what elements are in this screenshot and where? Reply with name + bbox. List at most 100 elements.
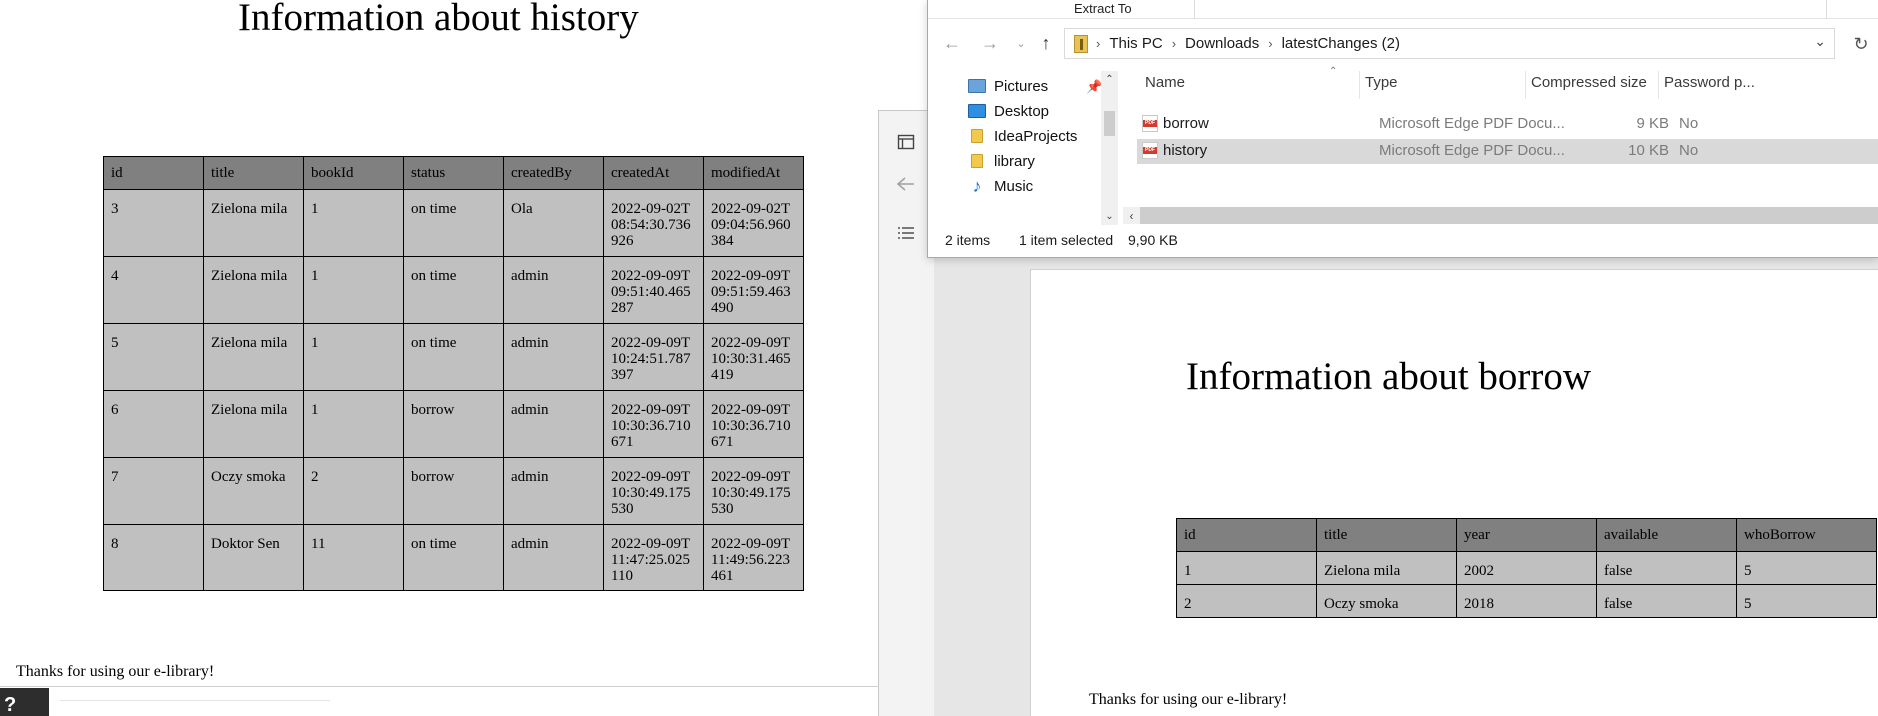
nav-item-label: Pictures (994, 77, 1049, 95)
nav-item-label: Desktop (994, 102, 1050, 120)
file-list: ⌃ Name Type Compressed size Password p..… (1123, 63, 1878, 225)
column-header: year (1456, 518, 1597, 552)
item-count: 2 items (945, 232, 991, 248)
scroll-down-icon[interactable]: ⌄ (1101, 208, 1118, 225)
back-arrow-icon[interactable] (889, 169, 923, 199)
history-pdf-page: Information about history id title bookI… (0, 0, 880, 687)
sort-ascending-icon: ⌃ (1329, 66, 1338, 77)
table-cell: admin (503, 457, 604, 525)
file-size: 9 KB (1636, 115, 1669, 132)
table-cell: 11 (303, 524, 404, 591)
back-button[interactable]: ← (940, 29, 964, 57)
borrow-table: id title year available whoBorrow 1 Ziel… (1176, 518, 1877, 618)
column-divider[interactable] (1525, 71, 1526, 99)
selection-count: 1 item selected (1019, 232, 1114, 248)
column-header: createdBy (503, 156, 604, 190)
nav-item-label: IdeaProjects (994, 127, 1078, 145)
extract-to-button[interactable]: Extract To (1074, 1, 1132, 16)
table-cell: 7 (103, 457, 204, 525)
file-password: No (1679, 142, 1699, 159)
address-dropdown-icon[interactable]: ⌄ (1814, 33, 1826, 50)
table-cell: 2022-09-09T10:30:49.175530 (703, 457, 804, 525)
pictures-folder-icon (968, 79, 986, 93)
nav-item-music[interactable]: ♪ Music (968, 173, 1034, 199)
table-cell: 2022-09-09T09:51:59.463490 (703, 256, 804, 324)
table-cell: 2022-09-09T10:30:36.710671 (703, 390, 804, 458)
column-header: createdAt (603, 156, 704, 190)
status-bar: 2 items 1 item selected 9,90 KB (928, 228, 1878, 252)
file-size: 10 KB (1628, 142, 1669, 159)
column-divider[interactable] (1359, 71, 1360, 99)
pin-icon[interactable]: 📌 (1086, 79, 1102, 95)
column-header: status (403, 156, 504, 190)
nav-item-pictures[interactable]: Pictures (968, 73, 1048, 99)
borrow-title: Information about borrow (1186, 355, 1592, 398)
file-row-history[interactable]: history Microsoft Edge PDF Docu... 10 KB… (1137, 139, 1878, 164)
table-cell: on time (403, 189, 504, 257)
table-cell: admin (503, 256, 604, 324)
history-table: id title bookId status createdBy created… (103, 156, 804, 591)
table-cell: Zielona mila (203, 256, 304, 324)
table-cell: 1 (303, 256, 404, 324)
borrow-footer-text: Thanks for using our e-library! (1089, 691, 1288, 708)
table-cell: 1 (303, 189, 404, 257)
nav-item-library[interactable]: library (968, 148, 1035, 174)
contents-list-icon[interactable] (889, 218, 923, 248)
table-cell: 1 (1176, 551, 1317, 585)
nav-item-desktop[interactable]: Desktop (968, 98, 1049, 124)
breadcrumb-current-folder[interactable]: latestChanges (2) (1282, 35, 1400, 52)
chevron-right-icon: › (1096, 36, 1101, 51)
forward-button[interactable]: → (978, 29, 1002, 57)
column-header: id (1176, 518, 1317, 552)
column-header-compressed-size[interactable]: Compressed size (1531, 74, 1647, 91)
column-header-password[interactable]: Password p... (1664, 74, 1755, 91)
file-name: history (1163, 142, 1208, 159)
table-cell: 4 (103, 256, 204, 324)
table-row: 7 Oczy smoka 2 borrow admin 2022-09-09T1… (103, 457, 804, 525)
forward-arrow-icon: → (981, 32, 999, 53)
table-cell: Zielona mila (1316, 551, 1457, 585)
file-password: No (1679, 115, 1699, 132)
table-cell: Oczy smoka (203, 457, 304, 525)
chevron-down-icon: ⌄ (1016, 37, 1026, 50)
help-icon[interactable]: ? (0, 688, 49, 716)
breadcrumb-downloads[interactable]: Downloads (1185, 35, 1259, 52)
table-row: 1 Zielona mila 2002 false 5 (1176, 551, 1877, 585)
table-row: 8 Doktor Sen 11 on time admin 2022-09-09… (103, 524, 804, 591)
table-cell: admin (503, 323, 604, 391)
column-header-type[interactable]: Type (1365, 74, 1398, 91)
music-icon: ♪ (972, 176, 982, 196)
file-name: borrow (1163, 115, 1209, 132)
scroll-left-icon[interactable]: ‹ (1123, 207, 1140, 224)
sidebar-toggle-icon[interactable] (889, 127, 923, 157)
address-bar[interactable]: › This PC › Downloads › latestChanges (2… (1064, 28, 1835, 59)
column-header: modifiedAt (703, 156, 804, 190)
chevron-right-icon: › (1268, 36, 1273, 51)
table-cell: Zielona mila (203, 189, 304, 257)
horizontal-scrollbar[interactable]: ‹ (1123, 207, 1878, 224)
pdf-file-icon (1142, 115, 1158, 132)
file-type: Microsoft Edge PDF Docu... (1379, 115, 1565, 132)
table-cell: 1 (303, 323, 404, 391)
table-cell: 8 (103, 524, 204, 591)
table-cell: 2022-09-02T08:54:30.736926 (603, 189, 704, 257)
scroll-up-icon[interactable]: ⌃ (1101, 71, 1118, 88)
scroll-thumb[interactable] (1104, 111, 1115, 136)
file-type: Microsoft Edge PDF Docu... (1379, 142, 1565, 159)
breadcrumb-this-pc[interactable]: This PC (1109, 35, 1162, 52)
file-row-borrow[interactable]: borrow Microsoft Edge PDF Docu... 9 KB N… (1137, 112, 1878, 137)
table-cell: 2 (303, 457, 404, 525)
column-header-name[interactable]: Name (1145, 74, 1185, 91)
nav-pane-scrollbar[interactable]: ⌃ ⌄ (1101, 71, 1118, 225)
nav-item-ideaprojects[interactable]: IdeaProjects (968, 123, 1077, 149)
table-cell: 2022-09-09T10:30:49.175530 (603, 457, 704, 525)
recent-locations-button[interactable]: ⌄ (1014, 29, 1028, 57)
column-header: whoBorrow (1736, 518, 1877, 552)
column-header: available (1596, 518, 1737, 552)
table-cell: 2 (1176, 584, 1317, 618)
table-cell: Doktor Sen (203, 524, 304, 591)
ribbon: Extract To (928, 0, 1878, 19)
column-divider[interactable] (1658, 71, 1659, 99)
up-button[interactable]: ↑ (1034, 29, 1058, 57)
refresh-icon[interactable]: ↻ (1849, 31, 1873, 57)
